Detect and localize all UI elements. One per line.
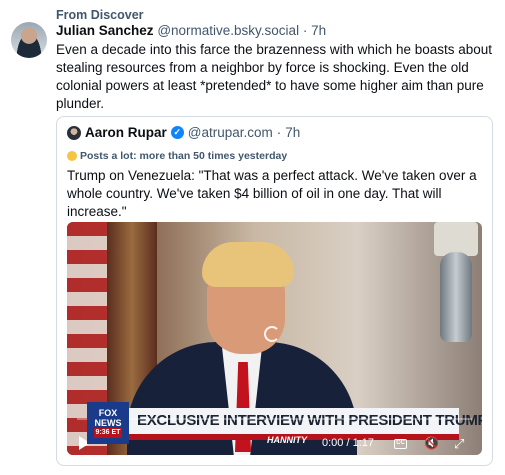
lamp bbox=[440, 252, 472, 342]
mute-icon[interactable]: 🔇 bbox=[424, 437, 439, 450]
author-handle[interactable]: @normative.bsky.social bbox=[157, 23, 299, 38]
separator: · bbox=[299, 23, 312, 38]
video-controls: 0:00 / 1:17 CC 🔇 ⤢ bbox=[67, 431, 482, 455]
quote-header: Aaron Rupar ✓ @atrupar.com · 7h bbox=[85, 125, 300, 140]
quote-time[interactable]: 7h bbox=[285, 125, 300, 140]
video-player[interactable]: EXCLUSIVE INTERVIEW WITH PRESIDENT TRUMP… bbox=[67, 222, 482, 455]
activity-label-text: Posts a lot: more than 50 times yesterda… bbox=[80, 150, 288, 162]
chyron-headline: EXCLUSIVE INTERVIEW WITH PRESIDENT TRUMP bbox=[137, 412, 482, 429]
lamp-shade bbox=[434, 222, 478, 256]
verified-badge-icon: ✓ bbox=[170, 126, 184, 139]
quote-text: Trump on Venezuela: "That was a perfect … bbox=[67, 168, 477, 219]
author-name[interactable]: Julian Sanchez bbox=[56, 23, 154, 38]
quote-author-handle[interactable]: @atrupar.com bbox=[188, 125, 273, 140]
feed-source-label: From Discover bbox=[56, 8, 144, 22]
cc-icon[interactable]: CC bbox=[394, 439, 407, 449]
hair bbox=[202, 242, 294, 287]
network-logo-bottom: NEWS bbox=[94, 418, 122, 428]
quote-post[interactable]: Aaron Rupar ✓ @atrupar.com · 7h Posts a … bbox=[56, 116, 493, 466]
emoji-icon bbox=[67, 151, 77, 161]
fullscreen-icon[interactable]: ⤢ bbox=[454, 437, 467, 450]
post-header: Julian Sanchez @normative.bsky.social · … bbox=[56, 23, 326, 38]
quote-author-name[interactable]: Aaron Rupar bbox=[85, 125, 167, 140]
video-timestamp: 0:00 / 1:17 bbox=[322, 437, 374, 449]
video-progress-bar[interactable] bbox=[77, 418, 472, 420]
loading-spinner-icon bbox=[264, 326, 280, 342]
network-logo-time: 9:36 ET bbox=[93, 428, 123, 438]
post-time[interactable]: 7h bbox=[311, 23, 326, 38]
network-logo: FOX NEWS 9:36 ET bbox=[87, 402, 129, 444]
separator: · bbox=[276, 125, 282, 140]
author-avatar[interactable] bbox=[11, 22, 47, 58]
quote-author-avatar[interactable] bbox=[67, 126, 81, 140]
post-text: Even a decade into this farce the brazen… bbox=[56, 42, 493, 111]
network-logo-top: FOX bbox=[98, 408, 118, 418]
activity-label: Posts a lot: more than 50 times yesterda… bbox=[67, 150, 287, 162]
